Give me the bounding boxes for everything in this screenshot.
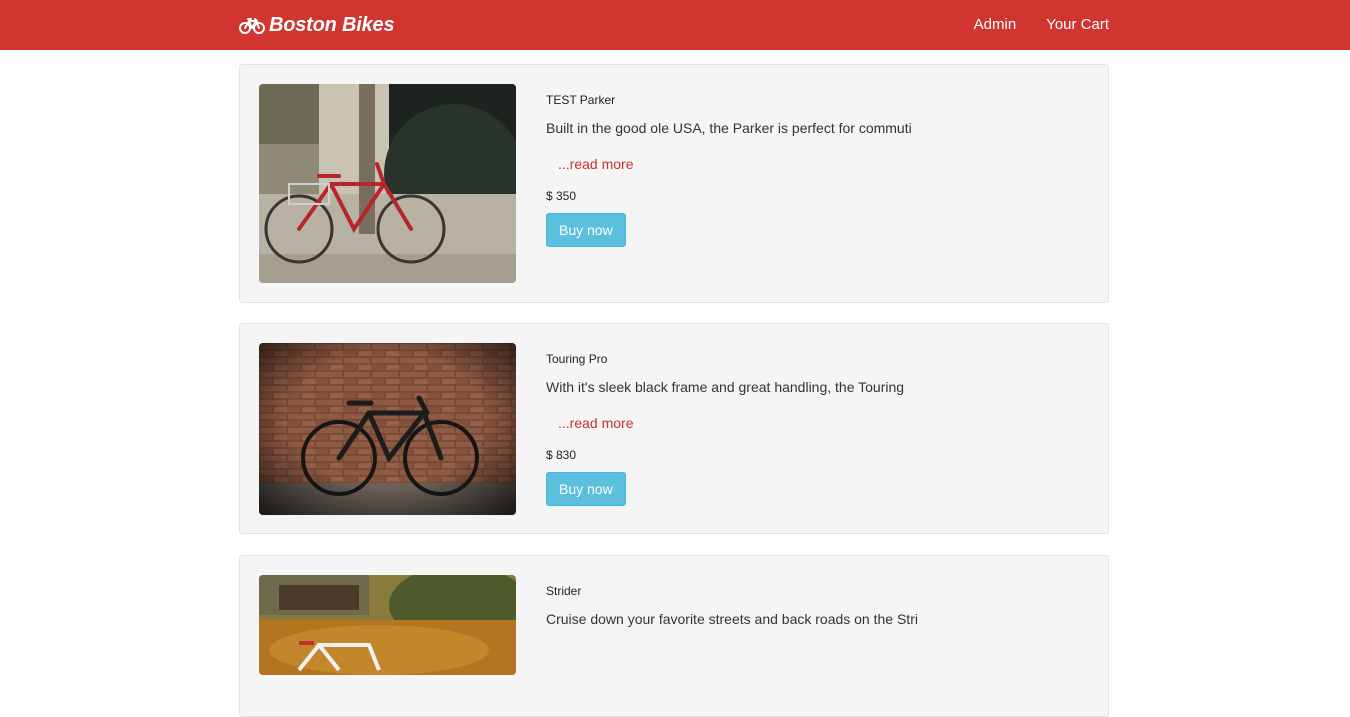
product-card: TEST Parker Built in the good ole USA, t… <box>239 64 1109 303</box>
read-more-link[interactable]: ...read more <box>558 155 633 173</box>
product-name: Touring Pro <box>546 352 608 366</box>
product-info: TEST Parker Built in the good ole USA, t… <box>546 93 1086 247</box>
bicycle-icon <box>239 17 265 34</box>
nav-admin-link[interactable]: Admin <box>974 16 1017 34</box>
brand-name: Boston Bikes <box>269 14 395 36</box>
product-description: Cruise down your favorite streets and ba… <box>546 611 918 627</box>
nav-links: Admin Your Cart <box>944 16 1109 34</box>
product-name: Strider <box>546 584 582 598</box>
product-card: Touring Pro With it's sleek black frame … <box>239 323 1109 534</box>
product-name: TEST Parker <box>546 93 616 107</box>
read-more-link[interactable]: ...read more <box>558 414 633 432</box>
buy-now-button[interactable]: Buy now <box>546 472 626 506</box>
product-image <box>259 575 516 675</box>
product-image <box>259 343 516 515</box>
product-info: Strider Cruise down your favorite street… <box>546 584 1086 628</box>
brand-link[interactable]: Boston Bikes <box>239 13 395 38</box>
product-description: Built in the good ole USA, the Parker is… <box>546 120 912 136</box>
product-price: $ 350 <box>546 189 577 203</box>
product-image <box>259 84 516 283</box>
top-navbar: Boston Bikes Admin Your Cart <box>0 0 1350 50</box>
product-info: Touring Pro With it's sleek black frame … <box>546 352 1086 506</box>
product-price: $ 830 <box>546 448 577 462</box>
product-card: Strider Cruise down your favorite street… <box>239 555 1109 717</box>
buy-now-button[interactable]: Buy now <box>546 213 626 247</box>
product-description: With it's sleek black frame and great ha… <box>546 379 905 395</box>
nav-cart-link[interactable]: Your Cart <box>1046 16 1109 34</box>
